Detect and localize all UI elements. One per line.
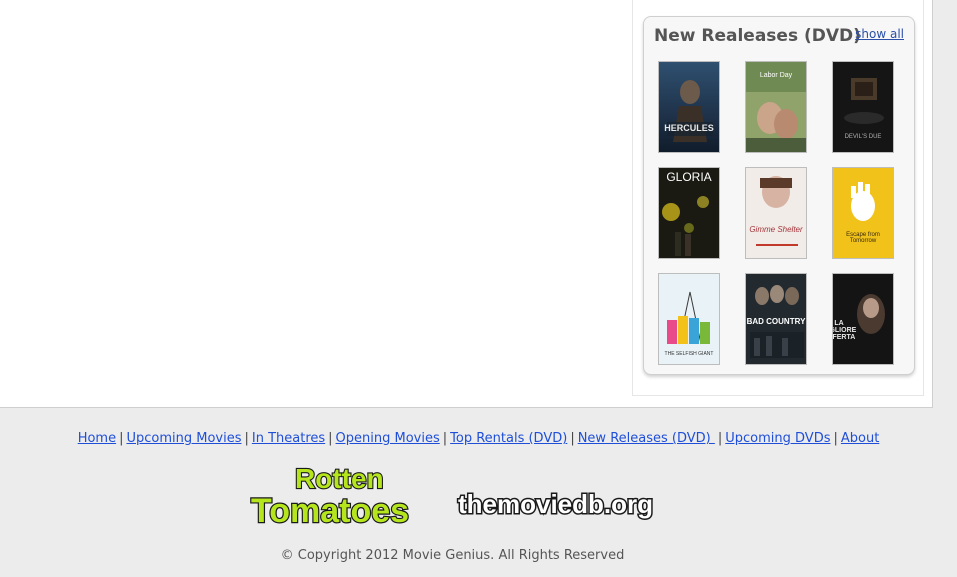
separator: | — [244, 431, 249, 446]
poster-text: Labor Day — [759, 72, 793, 79]
page: New Realeases (DVD) show all HERCULES La… — [0, 0, 957, 577]
rotten-tomatoes-logo-line2: Tomatoes — [251, 492, 409, 528]
footer-link-top-rentals-dvd[interactable]: Top Rentals (DVD) — [450, 431, 567, 446]
poster-text: Gimme Shelter — [749, 225, 803, 234]
themoviedb-logo[interactable]: themoviedb.org — [455, 484, 655, 524]
footer-link-new-releases-dvd[interactable]: New Releases (DVD) — [578, 431, 715, 446]
separator: | — [717, 431, 723, 446]
poster-text: Escape from Tomorrow — [846, 232, 880, 244]
footer-link-opening-movies[interactable]: Opening Movies — [336, 431, 440, 446]
poster-gimme-shelter[interactable]: Gimme Shelter — [745, 167, 807, 259]
panel-title: New Realeases (DVD) — [654, 26, 861, 46]
poster-gloria[interactable]: GLORIA — [658, 167, 720, 259]
rotten-tomatoes-logo-line1: Rotten — [295, 463, 384, 494]
show-all-link[interactable]: show all — [855, 27, 904, 41]
footer-link-in-theatres[interactable]: In Theatres — [252, 431, 325, 446]
footer-nav: Home | Upcoming Movies | In Theatres | Opening… — [0, 431, 957, 446]
new-releases-dvd-panel: New Realeases (DVD) show all HERCULES La… — [643, 16, 915, 375]
poster-la-migliore-offerta[interactable]: LA MIGLIORE OFFERTA — [832, 273, 894, 365]
copyright-notice: © Copyright 2012 Movie Genius. All Right… — [280, 548, 625, 563]
separator: | — [570, 431, 575, 446]
footer-link-home[interactable]: Home — [78, 431, 116, 446]
footer-link-about[interactable]: About — [841, 431, 879, 446]
poster-the-selfish-giant[interactable]: THE SELFISH GIANT — [658, 273, 720, 365]
footer-link-upcoming-movies[interactable]: Upcoming Movies — [126, 431, 241, 446]
poster-bad-country[interactable]: BAD COUNTRY — [745, 273, 807, 365]
rotten-tomatoes-logo[interactable]: Rotten Tomatoes — [249, 460, 449, 531]
poster-text: BAD COUNTRY — [746, 317, 806, 326]
separator: | — [119, 431, 124, 446]
themoviedb-logo-text: themoviedb.org — [458, 489, 653, 519]
poster-hercules[interactable]: HERCULES — [658, 61, 720, 153]
poster-text: GLORIA — [666, 170, 712, 184]
footer-link-upcoming-dvds[interactable]: Upcoming DVDs — [725, 431, 830, 446]
poster-text: DEVIL'S DUE — [844, 134, 882, 140]
poster-text: LA MIGLIORE OFFERTA — [832, 320, 857, 341]
poster-text: HERCULES — [664, 123, 714, 133]
poster-devils-due[interactable]: DEVIL'S DUE — [832, 61, 894, 153]
separator: | — [833, 431, 838, 446]
poster-labor-day[interactable]: Labor Day — [745, 61, 807, 153]
separator: | — [328, 431, 333, 446]
poster-text: THE SELFISH GIANT — [664, 351, 714, 357]
separator: | — [442, 431, 448, 446]
poster-escape-from-tomorrow[interactable]: Escape from Tomorrow — [832, 167, 894, 259]
